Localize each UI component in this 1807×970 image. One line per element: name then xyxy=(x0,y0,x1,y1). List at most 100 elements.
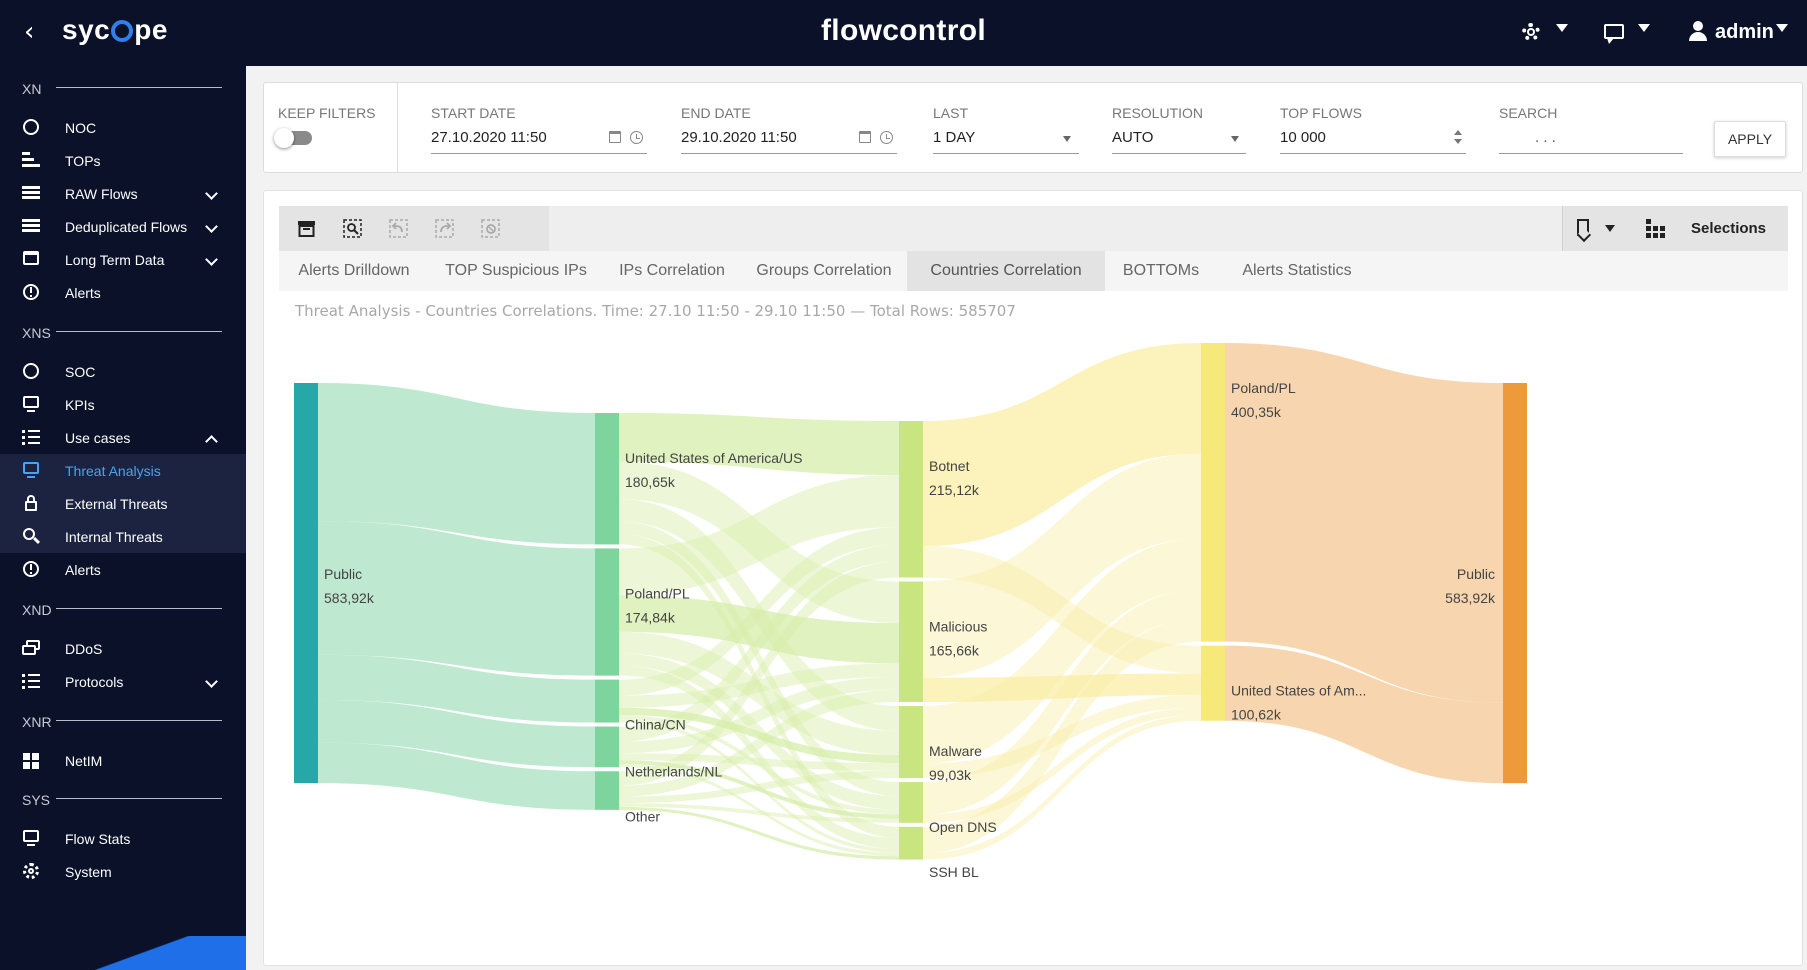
tab-top-suspicious-ips[interactable]: TOP Suspicious IPs xyxy=(429,251,603,291)
tab-alerts-drilldown[interactable]: Alerts Drilldown xyxy=(279,251,429,291)
sankey-node[interactable] xyxy=(595,548,619,676)
resolution-label: RESOLUTION xyxy=(1112,105,1204,121)
bar-list-icon xyxy=(22,152,40,168)
sankey-node[interactable] xyxy=(595,771,619,810)
zoom-select-icon xyxy=(343,219,362,238)
sidebar-item-noc[interactable]: NOC xyxy=(0,111,246,144)
sidebar-section-xn: XN xyxy=(22,81,42,97)
chevron-down-icon[interactable] xyxy=(1605,225,1615,232)
report-toolbar: Selections xyxy=(279,206,1788,251)
end-date-field[interactable]: 29.10.2020 11:50 xyxy=(681,129,797,146)
sidebar-item-label: Flow Stats xyxy=(65,831,131,847)
calendar-icon[interactable] xyxy=(859,131,871,143)
sankey-chart[interactable]: Public 583,92k United States of America/US… xyxy=(264,321,1802,965)
sankey-node-value: 400,35k xyxy=(1231,404,1282,420)
sidebar-item-soc[interactable]: SOC xyxy=(0,355,246,388)
keep-filters-toggle[interactable] xyxy=(274,128,312,148)
sidebar-item-raw-flows[interactable]: RAW Flows xyxy=(0,177,246,210)
tab-groups-correlation[interactable]: Groups Correlation xyxy=(741,251,907,291)
sidebar-item-netim[interactable]: NetIM xyxy=(0,744,246,777)
underline xyxy=(1112,153,1246,154)
selections-grid-icon[interactable] xyxy=(1646,219,1666,238)
dropdown-arrow-icon[interactable] xyxy=(1231,136,1239,142)
sidebar-item-label: Protocols xyxy=(65,674,124,690)
search-label: SEARCH xyxy=(1499,105,1558,121)
sankey-node[interactable] xyxy=(899,706,923,779)
chevron-down-icon[interactable] xyxy=(1556,24,1568,32)
sidebar-item-flow-stats[interactable]: Flow Stats xyxy=(0,822,246,855)
sidebar-item-kpis[interactable]: KPIs xyxy=(0,388,246,421)
report-tabs: Alerts Drilldown TOP Suspicious IPs IPs … xyxy=(279,251,1788,291)
top-flows-stepper[interactable]: 10 000 xyxy=(1280,129,1326,146)
sankey-node[interactable] xyxy=(899,782,923,823)
tab-countries-correlation[interactable]: Countries Correlation xyxy=(907,251,1105,291)
sankey-node[interactable] xyxy=(595,726,619,768)
user-name[interactable]: admin xyxy=(1715,21,1774,44)
sankey-node-label: Other xyxy=(625,808,660,824)
gear-icon[interactable] xyxy=(1520,20,1542,46)
chat-icon[interactable] xyxy=(1604,20,1626,46)
chevron-down-icon[interactable] xyxy=(205,187,218,200)
stepper-up-icon[interactable] xyxy=(1454,130,1462,135)
report-subtitle: Threat Analysis - Countries Correlations… xyxy=(295,302,1016,320)
tab-ips-correlation[interactable]: IPs Correlation xyxy=(603,251,741,291)
bookmark-icon[interactable] xyxy=(1577,219,1589,236)
sidebar-section-xnr: XNR xyxy=(22,714,52,730)
sankey-node[interactable] xyxy=(595,679,619,723)
sidebar-item-alerts-xns[interactable]: Alerts xyxy=(0,553,246,586)
sankey-node[interactable] xyxy=(294,383,318,784)
sidebar-item-label: Deduplicated Flows xyxy=(65,219,188,235)
search-input[interactable]: . . . xyxy=(1535,129,1556,146)
dropdown-arrow-icon[interactable] xyxy=(1063,136,1071,142)
apply-button[interactable]: APPLY xyxy=(1714,121,1786,157)
sankey-node-label: Botnet xyxy=(929,458,970,474)
sankey-node[interactable] xyxy=(899,421,923,578)
chevron-up-icon[interactable] xyxy=(205,435,218,448)
clock-icon[interactable] xyxy=(630,131,643,144)
sankey-link[interactable] xyxy=(318,383,595,545)
sidebar-item-label: Threat Analysis xyxy=(65,463,161,479)
sidebar-item-system[interactable]: System xyxy=(0,855,246,888)
chevron-down-icon[interactable] xyxy=(1638,24,1650,32)
sidebar-item-deduplicated-flows[interactable]: Deduplicated Flows xyxy=(0,210,246,243)
sankey-node[interactable] xyxy=(595,413,619,545)
chevron-down-icon[interactable] xyxy=(205,253,218,266)
sidebar-item-label: Long Term Data xyxy=(65,252,165,268)
sidebar-item-internal-threats[interactable]: Internal Threats xyxy=(0,520,246,553)
tab-bottoms[interactable]: BOTTOMs xyxy=(1105,251,1217,291)
clock-icon[interactable] xyxy=(880,131,893,144)
last-select[interactable]: 1 DAY xyxy=(933,129,975,146)
sankey-node[interactable] xyxy=(1201,645,1225,721)
divider xyxy=(56,331,222,332)
sidebar-item-long-term-data[interactable]: Long Term Data xyxy=(0,243,246,276)
top-bar: ‹ syc pe flowcontrol admin xyxy=(0,0,1807,66)
sidebar-item-tops[interactable]: TOPs xyxy=(0,144,246,177)
sidebar-item-label: RAW Flows xyxy=(65,186,138,202)
resolution-select[interactable]: AUTO xyxy=(1112,129,1153,146)
sankey-node[interactable] xyxy=(899,581,923,703)
sidebar-item-use-cases[interactable]: Use cases xyxy=(0,421,246,454)
list-icon xyxy=(22,429,40,445)
sidebar-item-protocols[interactable]: Protocols xyxy=(0,665,246,698)
sankey-node-label: Open DNS xyxy=(929,819,997,835)
stack-icon xyxy=(22,185,40,201)
clear-button[interactable] xyxy=(463,206,517,251)
sidebar-item-threat-analysis[interactable]: Threat Analysis xyxy=(0,454,246,487)
sidebar-item-ddos[interactable]: DDoS xyxy=(0,632,246,665)
sankey-node[interactable] xyxy=(899,826,923,860)
user-icon[interactable] xyxy=(1688,20,1708,46)
sankey-node[interactable] xyxy=(1201,343,1225,642)
chevron-down-icon[interactable] xyxy=(205,220,218,233)
sidebar-item-external-threats[interactable]: External Threats xyxy=(0,487,246,520)
chevron-down-icon[interactable] xyxy=(205,675,218,688)
stepper-down-icon[interactable] xyxy=(1454,139,1462,144)
sankey-node[interactable] xyxy=(1503,383,1527,784)
start-date-field[interactable]: 27.10.2020 11:50 xyxy=(431,129,547,146)
calendar-icon[interactable] xyxy=(609,131,621,143)
tab-alerts-statistics[interactable]: Alerts Statistics xyxy=(1217,251,1377,291)
chevron-down-icon[interactable] xyxy=(1776,24,1788,32)
selections-button[interactable]: Selections xyxy=(1691,220,1766,237)
sidebar-item-label: Use cases xyxy=(65,430,131,446)
sidebar-item-alerts[interactable]: Alerts xyxy=(0,276,246,309)
underline xyxy=(933,153,1079,154)
